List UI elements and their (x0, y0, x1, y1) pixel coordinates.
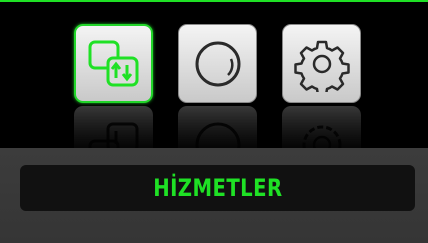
circle-tile-reflection (178, 106, 257, 148)
circle-tile[interactable] (178, 24, 257, 103)
services-tile[interactable] (74, 24, 153, 103)
circle-icon (195, 41, 240, 86)
settings-tile[interactable] (282, 24, 361, 103)
settings-tile-reflection (282, 106, 361, 148)
selected-item-label: HİZMETLER (152, 174, 283, 202)
icon-menu (0, 0, 428, 148)
services-tile-reflection (74, 106, 153, 148)
transfer-icon (88, 40, 138, 86)
selected-item-label-bar: HİZMETLER (20, 165, 415, 211)
gear-icon (293, 40, 350, 92)
